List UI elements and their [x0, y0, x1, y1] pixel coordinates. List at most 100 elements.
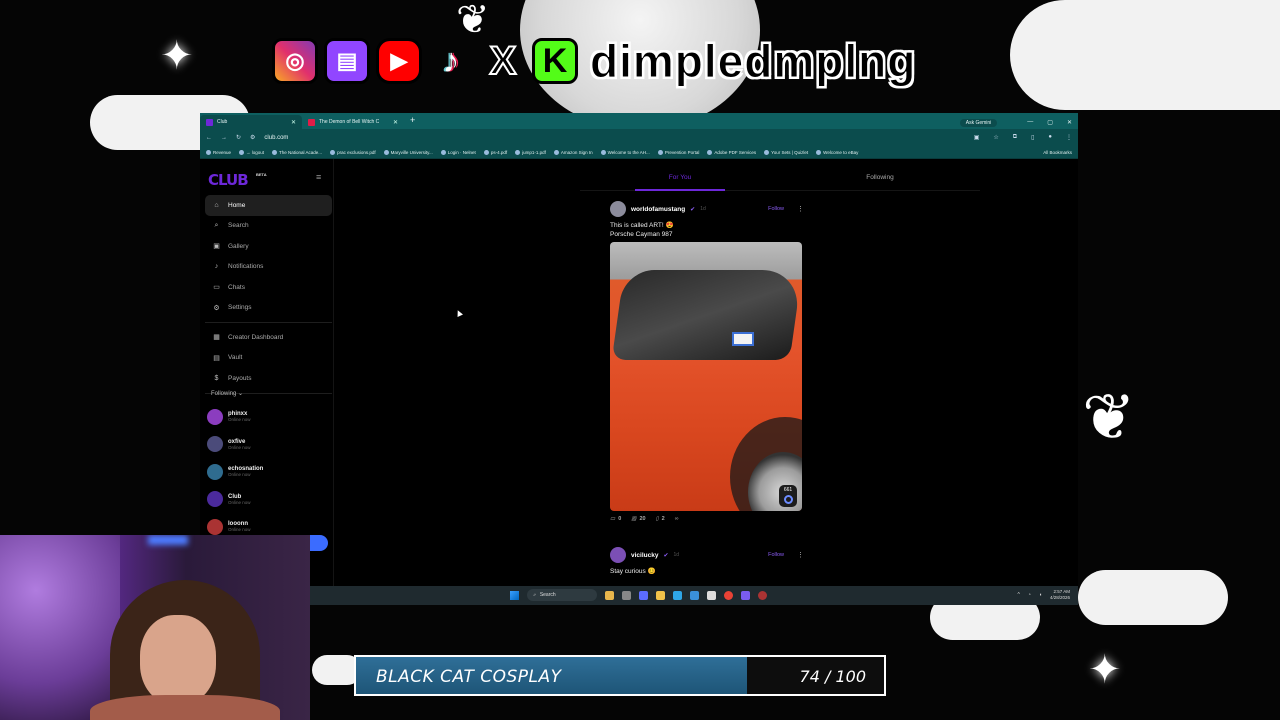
file-explorer-icon[interactable]	[656, 590, 665, 600]
chrome-icon[interactable]	[724, 590, 733, 600]
post-username[interactable]: vicilucky	[631, 552, 658, 559]
more-options-icon[interactable]: ⋮	[797, 205, 804, 213]
maximize-icon[interactable]: ▢	[1047, 119, 1053, 126]
follow-button[interactable]: Follow	[768, 552, 784, 558]
back-icon[interactable]: ←	[206, 135, 212, 141]
install-icon[interactable]: ▣	[974, 134, 980, 141]
edge-icon[interactable]	[673, 590, 682, 600]
tab-title: The Demon of Bell Witch C	[319, 119, 380, 125]
bookmark-item[interactable]: Adobe PDF Services	[707, 149, 756, 155]
obs-icon[interactable]	[758, 590, 767, 600]
views-button[interactable]: ▥ 20	[631, 516, 645, 522]
volume-icon[interactable]: ◖	[1039, 592, 1042, 598]
all-bookmarks[interactable]: All Bookmarks	[1043, 150, 1072, 155]
post-image[interactable]: 661	[610, 242, 802, 511]
post-username[interactable]: worldofamustang	[631, 206, 685, 213]
following-header[interactable]: Following ⌄	[211, 390, 243, 397]
forward-icon[interactable]: →	[221, 135, 227, 141]
tab-club[interactable]: Club ✕	[200, 115, 302, 129]
bookmark-item[interactable]: prac exclusions.pdf	[330, 149, 376, 155]
more-options-icon[interactable]: ⋮	[797, 551, 804, 559]
bookmark-item[interactable]: Revenue	[206, 149, 232, 155]
sidebar-item-vault[interactable]: ▤ Vault	[205, 348, 332, 369]
bookmark-item[interactable]: ps-4.pdf	[483, 149, 507, 155]
close-tab-icon[interactable]: ✕	[393, 119, 398, 126]
bookmark-item[interactable]: The National Acade...	[272, 149, 322, 155]
widgets-icon[interactable]	[605, 590, 614, 600]
following-item[interactable]: Club Online now	[207, 486, 331, 514]
media-count-badge[interactable]: 661	[779, 485, 797, 507]
sidebar-item-label: Settings	[228, 304, 252, 312]
bookmark-item[interactable]: → logout	[239, 149, 264, 155]
sidebar-item-settings[interactable]: ⚙ Settings	[205, 298, 332, 319]
bookmark-label: Prevention Portal	[664, 149, 700, 155]
cloud-decoration	[1010, 0, 1280, 110]
bookmark-item[interactable]: Amazon Sign In	[553, 149, 593, 155]
bookmark-item[interactable]: Your Sets | Quizlet	[764, 149, 808, 155]
club-logo[interactable]: CLUB	[208, 171, 249, 189]
bookmark-item[interactable]: Prevention Portal	[657, 149, 700, 155]
bookmark-item[interactable]: Welcome to the AH...	[600, 149, 650, 155]
avatar[interactable]	[610, 547, 626, 563]
star-icon[interactable]: ☆	[993, 134, 998, 141]
bookmark-favicon-icon	[707, 149, 713, 155]
following-item[interactable]: oxfive Online now	[207, 431, 331, 459]
url-field[interactable]: club.com	[264, 135, 964, 141]
start-icon[interactable]	[510, 590, 519, 600]
bookmark-label: Revenue	[213, 149, 232, 155]
clock[interactable]: 2:57 AM 4/28/2026	[1050, 589, 1070, 601]
sidebar-item-notifications[interactable]: ♪ Notifications	[205, 257, 332, 278]
bookmark-item[interactable]: jump1-1.pdf	[515, 149, 546, 155]
search-icon: ⌕	[214, 221, 219, 229]
sidebar-item-search[interactable]: ⌕ Search	[205, 216, 332, 237]
youtube-icon: ▶	[376, 38, 422, 84]
minimize-icon[interactable]: —	[1027, 119, 1033, 126]
save-button[interactable]: ▯ 2	[656, 516, 665, 522]
taskbar-search[interactable]: ⌕ Search	[527, 589, 597, 601]
social-bar: ◎ ▤ ▶ ♪ X K dimpledmplng	[272, 34, 916, 88]
network-icon[interactable]: ◔	[1028, 592, 1031, 598]
menu-icon[interactable]: ⋮	[1066, 134, 1072, 141]
webcam-feed	[0, 535, 310, 720]
notepad-icon[interactable]	[707, 590, 716, 600]
tab-youtube[interactable]: The Demon of Bell Witch C ✕	[302, 115, 404, 129]
sidebar-item-payouts[interactable]: $ Payouts	[205, 368, 332, 389]
bookmark-label: jump1-1.pdf	[522, 149, 546, 155]
tab-following[interactable]: Following	[780, 159, 980, 190]
sidebar-item-chats[interactable]: ▭ Chats	[205, 277, 332, 298]
following-status: Online now	[228, 417, 251, 423]
sidebar-item-home[interactable]: ⌂ Home	[205, 195, 332, 216]
share-button[interactable]: ∞	[675, 516, 679, 522]
sidepanel-icon[interactable]: ▯	[1031, 134, 1034, 141]
following-status: Online now	[228, 499, 251, 505]
following-item[interactable]: echosnation Online now	[207, 458, 331, 486]
collapse-menu-icon[interactable]: ≡	[316, 172, 321, 182]
task-view-icon[interactable]	[622, 590, 631, 600]
close-tab-icon[interactable]: ✕	[291, 119, 296, 126]
comment-button[interactable]: ▭ 0	[610, 516, 621, 522]
teams-icon[interactable]	[639, 590, 648, 600]
bookmark-item[interactable]: Welcome to eBay	[816, 149, 858, 155]
sidebar-item-creator-dashboard[interactable]: ▦ Creator Dashboard	[205, 327, 332, 348]
follow-button[interactable]: Follow	[768, 206, 784, 212]
tab-for-you[interactable]: For You	[580, 159, 780, 191]
store-icon[interactable]	[690, 590, 699, 600]
home-icon: ⌂	[214, 201, 219, 209]
extensions-icon[interactable]: ⧉	[1013, 134, 1017, 141]
following-item[interactable]: phinxx Online now	[207, 403, 331, 431]
close-icon[interactable]: ✕	[1067, 119, 1072, 126]
bookmark-item[interactable]: Login · Nelnet	[440, 149, 476, 155]
new-tab-button[interactable]: +	[404, 115, 421, 129]
bookmark-label: Login · Nelnet	[447, 149, 476, 155]
avatar[interactable]	[610, 201, 626, 217]
tray-overflow-icon[interactable]: ^	[1018, 592, 1020, 598]
bookmark-label: Amazon Sign In	[560, 149, 593, 155]
reload-icon[interactable]: ↻	[236, 134, 241, 141]
profile-icon[interactable]: ●	[1048, 134, 1052, 141]
bookmark-item[interactable]: Maryville University...	[383, 149, 433, 155]
site-info-icon[interactable]: ⚙	[250, 134, 255, 141]
discord-icon[interactable]	[741, 590, 750, 600]
ask-gemini-button[interactable]: Ask Gemini	[959, 119, 998, 127]
following-text: looonn Online now	[228, 521, 251, 532]
sidebar-item-gallery[interactable]: ▣ Gallery	[205, 236, 332, 257]
